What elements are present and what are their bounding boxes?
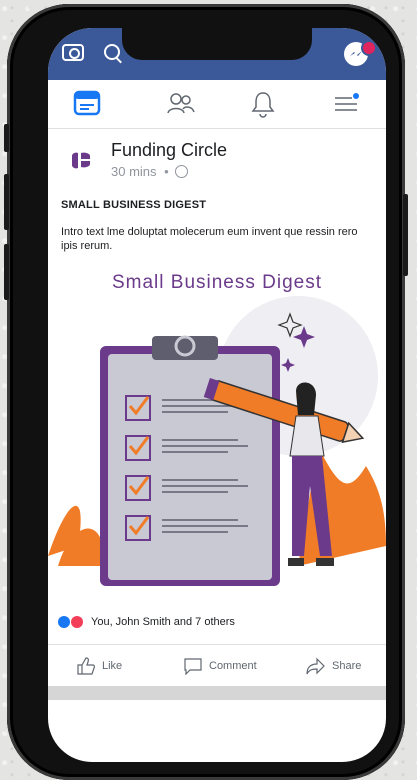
share-label: Share (332, 660, 362, 672)
reactions-text: You, John Smith and 7 others (91, 616, 235, 628)
post-meta: 30 mins • (111, 164, 189, 179)
funding-circle-logo[interactable] (70, 150, 92, 170)
comment-label: Comment (209, 660, 257, 672)
meta-separator: • (164, 164, 169, 179)
reaction-summary[interactable]: You, John Smith and 7 others (58, 616, 235, 628)
page-name[interactable]: Funding Circle (111, 140, 227, 161)
share-icon (306, 657, 325, 675)
feed-divider (48, 686, 386, 700)
comment-button[interactable]: Comment (183, 657, 257, 675)
notifications-icon[interactable] (250, 90, 280, 118)
love-reaction-icon (71, 616, 83, 628)
post-time[interactable]: 30 mins (111, 164, 157, 179)
power-button (403, 194, 408, 276)
volume-up-button (4, 174, 9, 230)
menu-icon[interactable] (332, 90, 362, 118)
camera-icon[interactable] (62, 44, 84, 61)
mute-switch (4, 124, 9, 152)
app-screen: Funding Circle 30 mins • SMALL BUSINESS … (48, 28, 386, 762)
phone-notch (122, 28, 312, 60)
post-header: Funding Circle 30 mins • (48, 128, 386, 192)
post-body: Intro text lme doluptat molecerum eum in… (61, 226, 358, 252)
home-icon[interactable] (73, 90, 103, 118)
globe-icon (175, 165, 189, 178)
main-navbar (48, 80, 386, 129)
notification-badge (361, 40, 377, 56)
comment-icon (184, 658, 202, 675)
post-heading: SMALL BUSINESS DIGEST (61, 199, 207, 211)
volume-down-button (4, 244, 9, 300)
top-bar (48, 28, 386, 80)
like-button[interactable]: Like (76, 657, 122, 675)
like-reaction-icon (58, 616, 70, 628)
search-icon[interactable] (104, 44, 120, 60)
like-label: Like (102, 660, 123, 672)
post-actions: Like Comment Share (48, 644, 386, 687)
post-image[interactable]: Small Business Digest (48, 266, 386, 596)
share-button[interactable]: Share (306, 657, 361, 675)
thumbs-up-icon (77, 657, 96, 675)
digest-illustration (48, 296, 386, 586)
friends-icon[interactable] (166, 90, 196, 118)
phone-frame: Funding Circle 30 mins • SMALL BUSINESS … (4, 4, 408, 780)
